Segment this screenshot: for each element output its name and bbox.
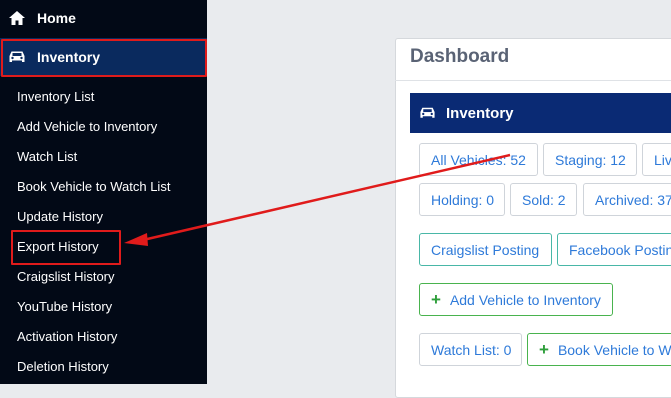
inventory-section-header: Inventory [410, 93, 671, 133]
archived-button[interactable]: Archived: 37 [583, 183, 671, 216]
highlight-box-export-history [11, 230, 121, 265]
sidebar-item-home[interactable]: Home [0, 0, 207, 36]
highlight-box-inventory [1, 39, 207, 77]
sold-button[interactable]: Sold: 2 [510, 183, 577, 216]
home-icon [8, 10, 26, 26]
live-button[interactable]: Liv [642, 143, 671, 176]
car-icon [419, 106, 436, 120]
sidebar-item-label: Home [37, 10, 76, 26]
craigslist-posting-button[interactable]: Craigslist Posting [419, 233, 552, 266]
facebook-posting-button[interactable]: Facebook Postin [557, 233, 671, 266]
watch-list-button[interactable]: Watch List: 0 [419, 333, 522, 366]
sidebar-subitem-deletion-history[interactable]: Deletion History [17, 357, 109, 377]
staging-button[interactable]: Staging: 12 [543, 143, 637, 176]
book-vehicle-label: Book Vehicle to W [557, 341, 671, 358]
plus-icon: + [539, 339, 549, 359]
add-vehicle-label: Add Vehicle to Inventory [449, 291, 601, 308]
sidebar-subitem-watch-list[interactable]: Watch List [17, 147, 77, 167]
sidebar-subitem-youtube-history[interactable]: YouTube History [17, 297, 112, 317]
page-title: Dashboard [410, 46, 510, 67]
divider [395, 80, 671, 81]
sidebar-subitem-inventory-list[interactable]: Inventory List [17, 87, 94, 107]
add-vehicle-button[interactable]: + Add Vehicle to Inventory [419, 283, 613, 316]
sidebar-subitem-activation-history[interactable]: Activation History [17, 327, 117, 347]
sidebar-subitem-add-vehicle[interactable]: Add Vehicle to Inventory [17, 117, 157, 137]
sidebar-subitem-book-vehicle[interactable]: Book Vehicle to Watch List [17, 177, 170, 197]
all-vehicles-button[interactable]: All Vehicles: 52 [419, 143, 538, 176]
sidebar: Home Inventory Inventory List Add Vehicl… [0, 0, 207, 384]
plus-icon: + [431, 289, 441, 309]
sidebar-subitem-craigslist-history[interactable]: Craigslist History [17, 267, 115, 287]
sidebar-subitem-update-history[interactable]: Update History [17, 207, 103, 227]
holding-button[interactable]: Holding: 0 [419, 183, 505, 216]
inventory-header-label: Inventory [446, 104, 514, 122]
book-vehicle-button[interactable]: + Book Vehicle to W [527, 333, 671, 366]
